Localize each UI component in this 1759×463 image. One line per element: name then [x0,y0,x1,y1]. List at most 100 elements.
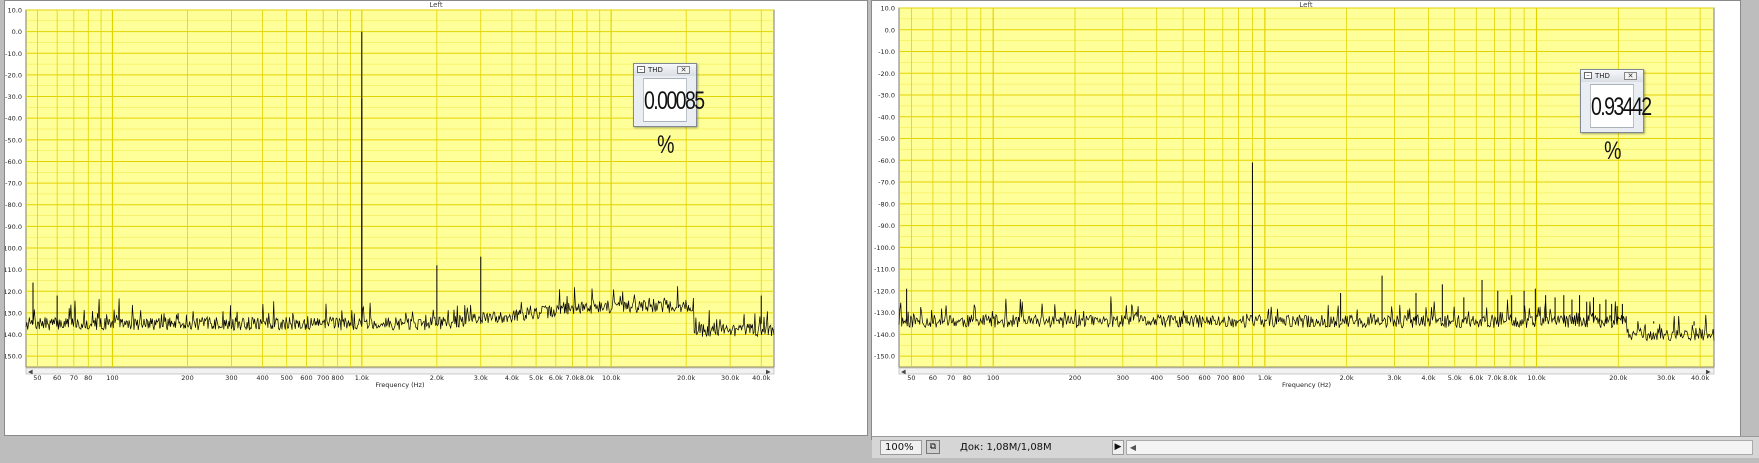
plot-scrollbar[interactable] [898,367,1715,375]
x-tick-label: 4.0k [1421,374,1435,382]
y-tick-label: -30.0 [5,93,22,101]
y-tick-label: -110.0 [5,266,22,274]
y-tick-label: -100.0 [5,245,22,253]
horizontal-scrollbar[interactable]: ◀ [1126,440,1753,455]
y-tick-label: -60.0 [878,157,895,165]
x-tick-label: 8.0k [1503,374,1517,382]
x-tick-label: 2.0k [430,374,444,382]
minimize-icon[interactable]: – [1584,72,1592,79]
x-tick-label: 60 [53,374,61,382]
x-tick-label: 5.0k [529,374,543,382]
x-tick-label: 6.0k [1469,374,1483,382]
spectrum-window-right[interactable]: Left 10.0 0.0 -10.0 -20.0 -30.0 -40.0 -50.0 -60… [871,0,1741,440]
x-tick-label: 30.0k [721,374,739,382]
y-tick-label: -70.0 [5,180,22,188]
x-axis-label: Frequency (Hz) [375,381,424,389]
x-tick-label: 8.0k [580,374,594,382]
y-tick-label: -130.0 [5,309,22,317]
y-tick-label: -150.0 [5,353,22,361]
x-tick-label: 100 [106,374,118,382]
thd-panel-title: THD [1595,72,1610,80]
x-tick-label: 700 [1217,374,1229,382]
x-tick-label: 200 [1069,374,1081,382]
x-tick-label: 60 [929,374,937,382]
x-tick-label: 200 [181,374,193,382]
x-tick-label: 600 [1198,374,1210,382]
y-tick-label: -70.0 [878,179,895,187]
y-tick-label: -60.0 [5,158,22,166]
x-axis-label: Frequency (Hz) [1282,381,1331,389]
close-icon[interactable]: ✕ [1624,72,1637,80]
x-tick-label: 1.0k [1258,374,1272,382]
zoom-field[interactable]: 100% [880,440,922,455]
x-tick-label: 4.0k [505,374,519,382]
y-tick-label: 10.0 [8,7,22,15]
x-tick-label: 80 [963,374,971,382]
y-tick-label: 0.0 [885,26,895,34]
scroll-left-icon[interactable]: ◀ [1127,441,1139,454]
y-tick-label: -40.0 [878,113,895,121]
x-tick-label: 300 [225,374,237,382]
plot-scrollbar[interactable] [25,367,775,375]
y-tick-label: -140.0 [874,331,895,339]
y-tick-label: -150.0 [874,353,895,361]
x-tick-label: 100 [987,374,999,382]
y-tick-label: -10.0 [878,48,895,56]
y-tick-label: -110.0 [874,266,895,274]
minimize-icon[interactable]: – [637,66,645,73]
x-tick-label: 20.0k [677,374,695,382]
y-tick-label: -120.0 [5,288,22,296]
spectrum-plot: 10.0 0.0 -10.0 -20.0 -30.0 -40.0 -50.0 -60.0 -70… [874,5,1715,389]
scroll-left-icon[interactable]: ◀ [901,369,906,376]
y-tick-label: -140.0 [5,331,22,339]
y-tick-label: -80.0 [878,200,895,208]
x-tick-label: 600 [300,374,312,382]
y-tick-label: -20.0 [5,71,22,79]
x-tick-label: 2.0k [1340,374,1354,382]
x-tick-label: 500 [1177,374,1189,382]
y-tick-label: -130.0 [874,309,895,317]
y-tick-label: -90.0 [5,223,22,231]
document-icon[interactable]: ⧉ [926,440,940,454]
x-tick-label: 5.0k [1448,374,1462,382]
play-icon[interactable]: ▶ [1112,440,1124,455]
y-tick-label: -80.0 [5,201,22,209]
scroll-right-icon[interactable]: ▶ [1706,369,1711,376]
y-tick-label: -30.0 [878,92,895,100]
x-tick-label: 50 [33,374,41,382]
x-tick-label: 400 [256,374,268,382]
y-tick-label: -50.0 [5,136,22,144]
x-tick-label: 10.0k [1527,374,1545,382]
scroll-left-icon[interactable]: ◀ [28,369,33,376]
y-tick-label: -90.0 [878,222,895,230]
y-tick-label: -20.0 [878,70,895,78]
doc-size-label: Док: 1,08M/1,08M [960,442,1052,453]
thd-panel[interactable]: – THD ✕ 0.00085 % [633,63,705,159]
x-tick-label: 10.0k [602,374,620,382]
y-tick-label: 0.0 [12,28,22,36]
close-icon[interactable]: ✕ [677,66,690,74]
x-tick-label: 300 [1117,374,1129,382]
x-tick-label: 70 [947,374,955,382]
y-tick-label: 10.0 [881,5,895,13]
x-tick-label: 1.0k [355,374,369,382]
x-tick-label: 500 [281,374,293,382]
status-bar: 100% ⧉ Док: 1,08M/1,08M ▶ ◀ [872,436,1759,458]
x-tick-label: 700 [317,374,329,382]
spectrum-plot: 10.0 0.0 -10.0 -20.0 -30.0 -40.0 -50.0 -60.0 -70… [5,7,775,389]
x-tick-label: 6.0k [549,374,563,382]
thd-panel[interactable]: – THD ✕ 0.93442 % [1580,69,1652,165]
x-tick-label: 30.0k [1657,374,1675,382]
thd-value: 0.93442 % [1590,84,1652,165]
scroll-right-icon[interactable]: ▶ [766,369,771,376]
x-tick-label: 7.0k [1487,374,1501,382]
y-tick-label: -120.0 [874,287,895,295]
y-tick-label: -40.0 [5,115,22,123]
x-tick-label: 800 [331,374,343,382]
spectrum-window-left[interactable]: Left 10.0 0.0 -10.0 -20.0 -30.0 -40.0 -50.0 -60… [4,0,868,436]
x-tick-label: 20.0k [1609,374,1627,382]
x-tick-label: 3.0k [1387,374,1401,382]
y-tick-label: -100.0 [874,244,895,252]
x-tick-label: 7.0k [565,374,579,382]
x-tick-label: 400 [1151,374,1163,382]
